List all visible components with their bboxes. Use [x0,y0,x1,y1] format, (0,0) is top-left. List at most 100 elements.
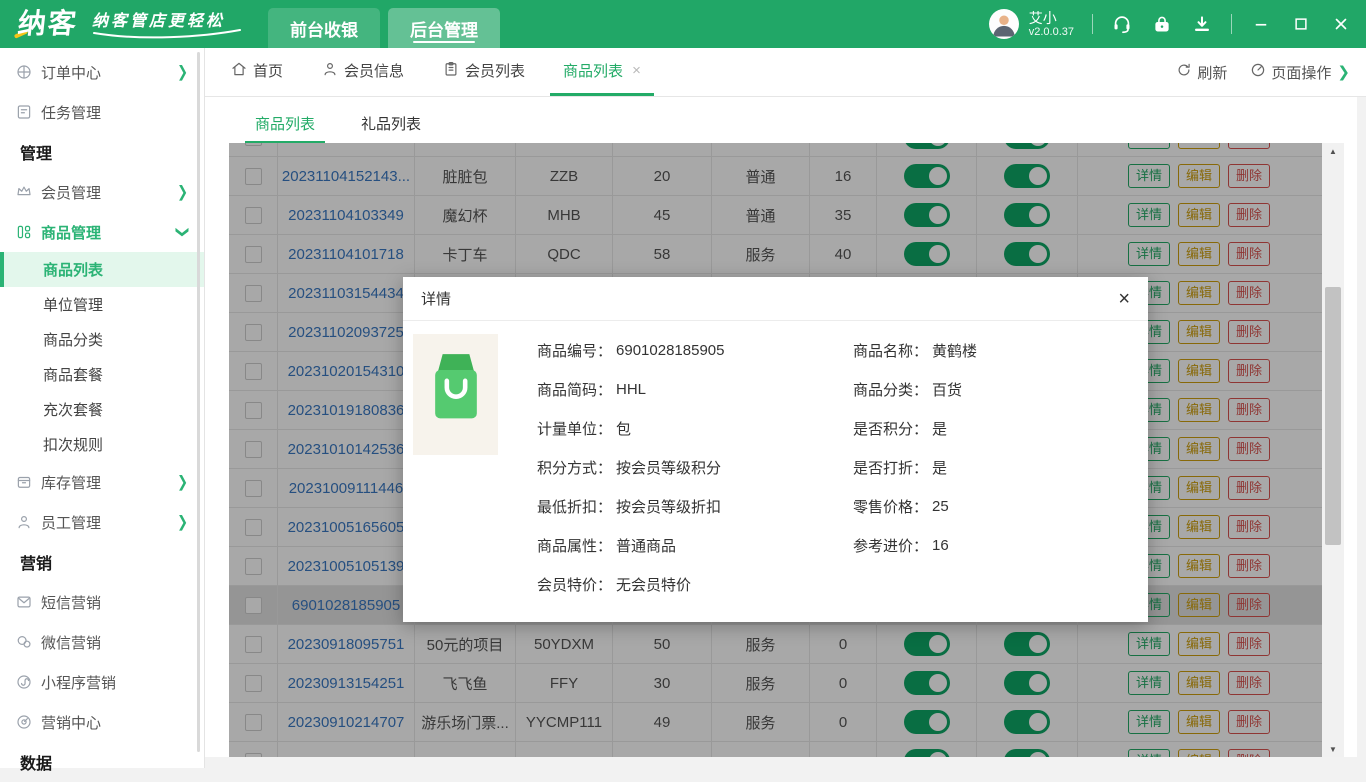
detail-button[interactable]: 详情 [1128,671,1170,696]
edit-button[interactable]: 编辑 [1178,281,1220,306]
service-icon[interactable] [1111,13,1133,35]
sidebar-item-商品管理[interactable]: 商品管理❯ [0,212,204,252]
delete-button[interactable]: 删除 [1228,710,1270,735]
sidebar-item-短信营销[interactable]: 短信营销 [0,582,204,622]
avatar[interactable] [989,9,1019,39]
delete-button[interactable]: 删除 [1228,242,1270,267]
delete-button[interactable]: 删除 [1228,476,1270,501]
edit-button[interactable]: 编辑 [1178,242,1220,267]
points-toggle[interactable] [1004,203,1050,227]
detail-button[interactable]: 详情 [1128,203,1170,228]
row-checkbox[interactable] [245,480,262,497]
header-tab-1[interactable]: 后台管理 [388,8,500,48]
product-id-link[interactable]: 20231102093725 [288,324,404,341]
sidebar-item-营销中心[interactable]: 营销中心 [0,702,204,742]
scroll-down-arrow[interactable]: ▼ [1322,741,1344,757]
header-tab-0[interactable]: 前台收银 [268,8,380,48]
shelf-toggle[interactable] [904,143,950,149]
product-id-link[interactable]: 20231103154434 [288,285,404,302]
sidebar-item-会员管理[interactable]: 会员管理❯ [0,172,204,212]
shelf-toggle[interactable] [904,164,950,188]
lock-icon[interactable] [1151,13,1173,35]
action-刷新[interactable]: 刷新 [1175,61,1227,83]
product-id-link[interactable]: 20230910214707 [288,714,405,731]
product-id-link[interactable]: 20231104103349 [288,207,404,224]
shelf-toggle[interactable] [904,203,950,227]
detail-button[interactable]: 详情 [1128,143,1170,149]
row-checkbox[interactable] [245,597,262,614]
minimize-button[interactable] [1250,13,1272,35]
detail-button[interactable]: 详情 [1128,710,1170,735]
shelf-toggle[interactable] [904,749,950,757]
sidebar-item-充次套餐[interactable]: 充次套餐 [0,392,204,427]
sidebar-item-任务管理[interactable]: 任务管理 [0,92,204,132]
delete-button[interactable]: 删除 [1228,281,1270,306]
shelf-toggle[interactable] [904,632,950,656]
sidebar-item-单位管理[interactable]: 单位管理 [0,287,204,322]
detail-button[interactable]: 详情 [1128,632,1170,657]
row-checkbox[interactable] [245,285,262,302]
product-id-link[interactable]: 20231020154310 [288,363,405,380]
maximize-button[interactable] [1290,13,1312,35]
sidebar-item-商品分类[interactable]: 商品分类 [0,322,204,357]
row-checkbox[interactable] [245,143,262,146]
product-id-link[interactable]: 20231104152143... [282,168,410,185]
row-checkbox[interactable] [245,324,262,341]
delete-button[interactable]: 删除 [1228,749,1270,757]
edit-button[interactable]: 编辑 [1178,632,1220,657]
points-toggle[interactable] [1004,143,1050,149]
product-id-link[interactable]: 20231009111446 [289,480,404,497]
product-id-link[interactable]: 20230913154251 [288,675,405,692]
points-toggle[interactable] [1004,242,1050,266]
sidebar-item-小程序营销[interactable]: 小程序营销 [0,662,204,702]
row-checkbox[interactable] [245,363,262,380]
shelf-toggle[interactable] [904,242,950,266]
edit-button[interactable]: 编辑 [1178,164,1220,189]
product-id-link[interactable]: 20231019180836 [288,402,405,419]
tab-首页[interactable]: 首页 [217,48,296,96]
sidebar-item-商品套餐[interactable]: 商品套餐 [0,357,204,392]
product-id-link[interactable]: 20231005165605 [288,519,405,536]
shelf-toggle[interactable] [904,710,950,734]
delete-button[interactable]: 删除 [1228,632,1270,657]
edit-button[interactable]: 编辑 [1178,710,1220,735]
edit-button[interactable]: 编辑 [1178,203,1220,228]
points-toggle[interactable] [1004,671,1050,695]
detail-button[interactable]: 详情 [1128,749,1170,757]
scrollbar-thumb[interactable] [1325,287,1341,545]
tab-close-icon[interactable]: × [632,62,641,79]
delete-button[interactable]: 删除 [1228,554,1270,579]
edit-button[interactable]: 编辑 [1178,515,1220,540]
delete-button[interactable]: 删除 [1228,359,1270,384]
detail-button[interactable]: 详情 [1128,164,1170,189]
points-toggle[interactable] [1004,164,1050,188]
row-checkbox[interactable] [245,168,262,185]
row-checkbox[interactable] [245,558,262,575]
sidebar-item-商品列表[interactable]: 商品列表 [0,252,204,287]
row-checkbox[interactable] [245,519,262,536]
edit-button[interactable]: 编辑 [1178,671,1220,696]
edit-button[interactable]: 编辑 [1178,554,1220,579]
sidebar-item-员工管理[interactable]: 员工管理❯ [0,502,204,542]
delete-button[interactable]: 删除 [1228,593,1270,618]
sidebar-item-微信营销[interactable]: 微信营销 [0,622,204,662]
shelf-toggle[interactable] [904,671,950,695]
points-toggle[interactable] [1004,749,1050,757]
delete-button[interactable]: 删除 [1228,515,1270,540]
content-tab-礼品列表[interactable]: 礼品列表 [351,105,431,143]
row-checkbox[interactable] [245,675,262,692]
detail-button[interactable]: 详情 [1128,242,1170,267]
sidebar-item-库存管理[interactable]: 库存管理❯ [0,462,204,502]
edit-button[interactable]: 编辑 [1178,437,1220,462]
product-id-link[interactable]: 20231005105139 [288,558,405,575]
delete-button[interactable]: 删除 [1228,671,1270,696]
tab-商品列表[interactable]: 商品列表× [550,48,654,96]
edit-button[interactable]: 编辑 [1178,593,1220,618]
delete-button[interactable]: 删除 [1228,398,1270,423]
row-checkbox[interactable] [245,402,262,419]
close-button[interactable] [1330,13,1352,35]
product-id-link[interactable]: 20231010142536 [288,441,405,458]
content-tab-商品列表[interactable]: 商品列表 [245,105,325,143]
row-checkbox[interactable] [245,753,262,758]
edit-button[interactable]: 编辑 [1178,320,1220,345]
